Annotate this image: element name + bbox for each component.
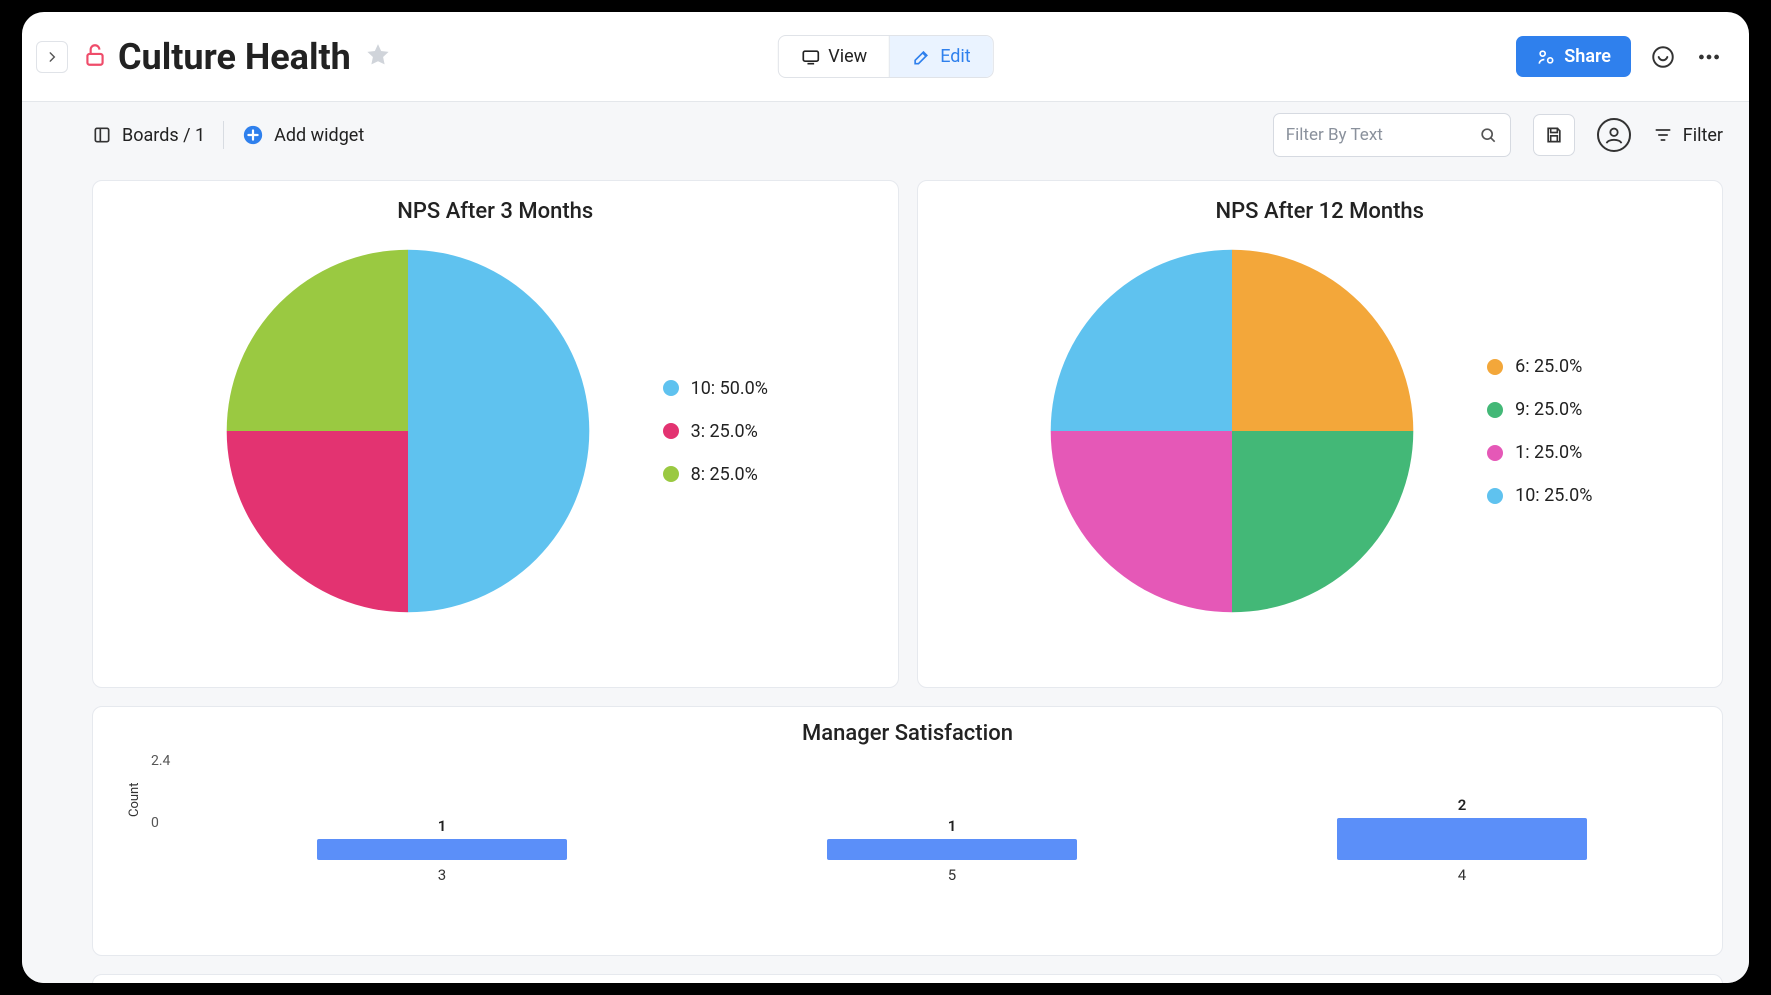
bar-category-label: 4 [1337, 866, 1587, 884]
bar-value-label: 1 [827, 817, 1077, 835]
share-button[interactable]: Share [1516, 36, 1631, 77]
legend-dot-icon [1487, 402, 1503, 418]
legend-item[interactable]: 9: 25.0% [1487, 399, 1592, 420]
legend-dot-icon [663, 380, 679, 396]
chart-legend: 6: 25.0% 9: 25.0% 1: 25.0% 10: 25.0% [1487, 356, 1592, 506]
chart-title: NPS After 12 Months [942, 199, 1699, 224]
y-tick: 2.4 [151, 753, 170, 769]
legend-item[interactable]: 3: 25.0% [663, 421, 768, 442]
filter-text-placeholder: Filter By Text [1286, 125, 1478, 145]
legend-item[interactable]: 8: 25.0% [663, 464, 768, 485]
chart-title: Manager Satisfaction [117, 721, 1698, 746]
pie-slice[interactable] [1232, 431, 1413, 612]
legend-dot-icon [1487, 445, 1503, 461]
chart-legend: 10: 50.0% 3: 25.0% 8: 25.0% [663, 378, 768, 485]
bar-value-label: 1 [317, 817, 567, 835]
pie-slice[interactable] [1051, 431, 1232, 612]
bar-chart: 1 3 1 5 2 4 [217, 768, 1698, 888]
star-icon[interactable] [365, 42, 391, 72]
share-button-label: Share [1564, 46, 1611, 67]
pie-chart [223, 246, 593, 616]
view-tab[interactable]: View [778, 36, 890, 77]
chart-card-manager-sat: Manager Satisfaction Count 2.4 0 1 3 1 5 2 4 [92, 706, 1723, 956]
boards-breadcrumb[interactable]: Boards / 1 [92, 125, 205, 146]
y-axis-label: Count [127, 783, 142, 817]
pie-chart [1047, 246, 1417, 616]
chart-title: NPS After 3 Months [117, 199, 874, 224]
lock-open-icon [82, 42, 118, 72]
expand-sidebar-button[interactable] [36, 41, 68, 73]
filter-button-label: Filter [1683, 125, 1723, 146]
bar-group: 2 [1337, 796, 1587, 860]
bar-value-label: 2 [1337, 796, 1587, 814]
chart-card-nps-12: NPS After 12 Months 6: 25.0% 9: 25.0% 1: 2… [917, 180, 1724, 688]
toolbar-separator [223, 121, 224, 149]
bar[interactable] [827, 839, 1077, 860]
pie-slice[interactable] [1232, 250, 1413, 431]
legend-item[interactable]: 6: 25.0% [1487, 356, 1592, 377]
legend-label: 1: 25.0% [1515, 442, 1582, 463]
edit-tab-label: Edit [940, 46, 970, 67]
bar[interactable] [317, 839, 567, 860]
bar-category-label: 5 [827, 866, 1077, 884]
filter-button[interactable]: Filter [1653, 125, 1723, 146]
bar[interactable] [1337, 818, 1587, 860]
pie-slice[interactable] [1051, 250, 1232, 431]
pie-slice[interactable] [226, 250, 407, 431]
legend-label: 10: 50.0% [691, 378, 768, 399]
y-tick: 0 [151, 815, 159, 831]
bar-category-label: 3 [317, 866, 567, 884]
legend-dot-icon [1487, 488, 1503, 504]
feedback-icon[interactable] [1649, 43, 1677, 71]
legend-dot-icon [663, 466, 679, 482]
more-icon[interactable] [1695, 43, 1723, 71]
add-widget-button[interactable]: Add widget [242, 124, 364, 146]
legend-label: 8: 25.0% [691, 464, 758, 485]
bar-group: 1 [317, 817, 567, 860]
view-edit-toggle: View Edit [777, 35, 993, 78]
add-widget-label: Add widget [274, 125, 364, 146]
bar-group: 1 [827, 817, 1077, 860]
legend-label: 10: 25.0% [1515, 485, 1592, 506]
legend-dot-icon [663, 423, 679, 439]
view-tab-label: View [828, 46, 867, 67]
chart-card-nps-3: NPS After 3 Months 10: 50.0% 3: 25.0% 8: 2… [92, 180, 899, 688]
legend-item[interactable]: 1: 25.0% [1487, 442, 1592, 463]
search-icon [1478, 125, 1498, 145]
filter-text-input[interactable]: Filter By Text [1273, 113, 1511, 157]
legend-label: 6: 25.0% [1515, 356, 1582, 377]
legend-label: 3: 25.0% [691, 421, 758, 442]
pie-slice[interactable] [408, 250, 589, 613]
legend-label: 9: 25.0% [1515, 399, 1582, 420]
legend-item[interactable]: 10: 25.0% [1487, 485, 1592, 506]
user-avatar-icon[interactable] [1597, 118, 1631, 152]
save-icon[interactable] [1533, 114, 1575, 156]
pie-slice[interactable] [226, 431, 407, 612]
chart-card-salary-sat: Salary Satisfaction [92, 974, 1723, 983]
page-title: Culture Health [118, 36, 351, 78]
boards-breadcrumb-label: Boards / 1 [122, 125, 205, 146]
legend-dot-icon [1487, 359, 1503, 375]
edit-tab[interactable]: Edit [890, 36, 992, 77]
legend-item[interactable]: 10: 50.0% [663, 378, 768, 399]
